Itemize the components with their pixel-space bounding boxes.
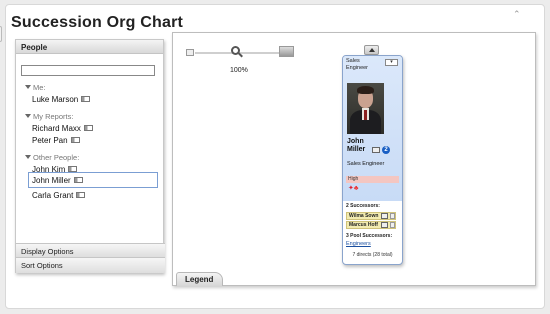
person-carla-grant[interactable]: Carla Grant (32, 191, 86, 200)
up-arrow-icon (369, 48, 375, 52)
employee-card[interactable]: Sales Engineer ▾ John Miller 2 Sales Engi… (342, 55, 403, 265)
panel-toggle-icon[interactable]: › (0, 26, 2, 42)
magnifier-icon[interactable] (231, 46, 240, 55)
zoom-slider[interactable] (183, 44, 297, 62)
profile-card-icon[interactable] (76, 192, 86, 198)
pool-link[interactable]: Engineers (346, 241, 371, 247)
pool-successors-label: 3 Pool Successors: (346, 233, 393, 239)
profile-card-icon[interactable] (381, 222, 388, 228)
successor-row[interactable]: Wilma Sown (346, 212, 396, 220)
dropdown-icon[interactable] (390, 222, 395, 228)
direct-reports-count-badge[interactable]: 2 (382, 146, 390, 154)
group-my-reports[interactable]: My Reports: (25, 112, 73, 121)
risk-indicator: High (346, 176, 399, 183)
expand-triangle-icon (25, 114, 31, 118)
dropdown-icon[interactable] (390, 213, 395, 219)
navigate-up-button[interactable] (364, 45, 379, 55)
person-john-miller[interactable]: John Miller (32, 176, 83, 185)
profile-card-icon[interactable] (81, 96, 91, 102)
flight-risk-icon: ✦♣ (348, 185, 359, 192)
zoom-level-label: 100% (230, 67, 248, 74)
card-position-top: Sales Engineer (346, 58, 369, 71)
people-panel: People Me: Luke Marson My Reports: Richa… (15, 39, 165, 273)
group-other-people[interactable]: Other People: (25, 153, 79, 162)
employee-position: Sales Engineer (347, 161, 385, 167)
page-title: Succession Org Chart (11, 14, 184, 31)
successor-row[interactable]: Marcus Hoff (346, 221, 396, 229)
person-luke-marson[interactable]: Luke Marson (32, 95, 91, 104)
sort-options-bar[interactable]: Sort Options (16, 257, 165, 273)
group-me[interactable]: Me: (25, 83, 46, 92)
expand-triangle-icon (25, 155, 31, 159)
profile-card-icon[interactable] (70, 137, 80, 143)
people-search-input[interactable] (21, 65, 155, 76)
zoom-in-icon[interactable] (279, 46, 294, 57)
person-richard-maxx[interactable]: Richard Maxx (32, 124, 93, 133)
profile-card-icon[interactable] (381, 213, 388, 219)
profile-card-icon[interactable] (372, 147, 380, 153)
legend-tab[interactable]: Legend (176, 272, 223, 286)
employee-name[interactable]: John Miller (347, 138, 365, 154)
expand-triangle-icon (25, 85, 31, 89)
collapse-icon[interactable]: ⌃ (513, 10, 523, 19)
card-menu-button[interactable]: ▾ (385, 59, 398, 66)
successors-label: 2 Successors: (346, 203, 380, 209)
profile-card-icon[interactable] (73, 177, 83, 183)
people-panel-header[interactable]: People (16, 40, 163, 54)
directs-summary[interactable]: 7 directs (28 total) (343, 252, 402, 258)
zoom-out-icon[interactable] (186, 49, 194, 56)
profile-card-icon[interactable] (83, 125, 93, 131)
display-options-bar[interactable]: Display Options (16, 243, 165, 257)
employee-photo (347, 83, 384, 134)
person-peter-pan[interactable]: Peter Pan (32, 136, 80, 145)
